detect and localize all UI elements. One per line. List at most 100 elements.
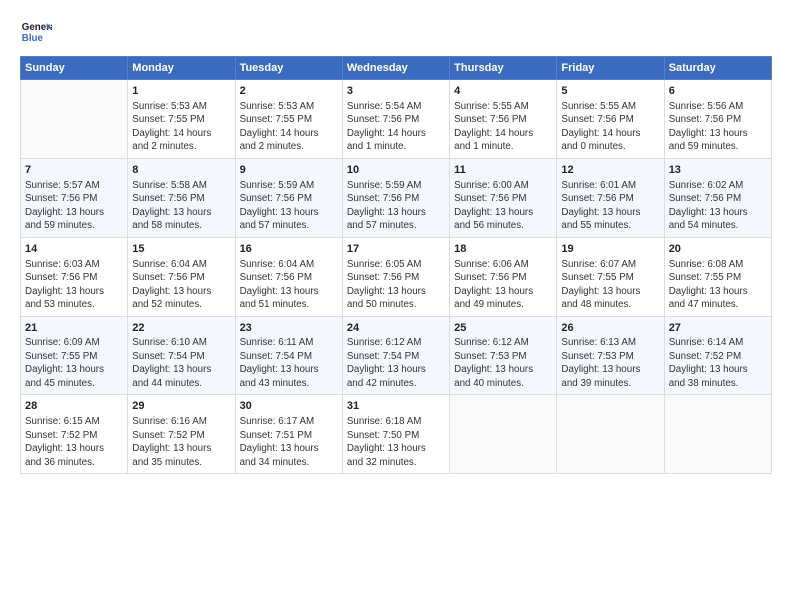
day-info: Sunrise: 6:16 AM Sunset: 7:52 PM Dayligh… [132,416,211,468]
calendar-cell: 18 Sunrise: 6:06 AM Sunset: 7:56 PM Dayli… [450,237,557,316]
weekday-header-thursday: Thursday [450,57,557,80]
day-number: 8 [132,163,230,178]
day-info: Sunrise: 6:12 AM Sunset: 7:53 PM Dayligh… [454,337,533,389]
day-number: 24 [347,321,445,336]
day-number: 20 [669,242,767,257]
week-row-1: 1Sunrise: 5:53 AM Sunset: 7:55 PM Daylig… [21,80,772,159]
weekday-header-saturday: Saturday [664,57,771,80]
calendar-cell: 8 Sunrise: 5:58 AM Sunset: 7:56 PM Daylig… [128,158,235,237]
day-info: Sunrise: 6:03 AM Sunset: 7:56 PM Dayligh… [25,259,104,311]
weekday-header-friday: Friday [557,57,664,80]
day-number: 5 [561,84,659,99]
header: General Blue [20,16,772,48]
calendar-cell [450,395,557,474]
day-number: 6 [669,84,767,99]
day-info: Sunrise: 6:18 AM Sunset: 7:50 PM Dayligh… [347,416,426,468]
day-number: 7 [25,163,123,178]
calendar-cell: 15 Sunrise: 6:04 AM Sunset: 7:56 PM Dayli… [128,237,235,316]
calendar-cell: 10 Sunrise: 5:59 AM Sunset: 7:56 PM Dayli… [342,158,449,237]
calendar-cell: 9 Sunrise: 5:59 AM Sunset: 7:56 PM Daylig… [235,158,342,237]
day-info: Sunrise: 6:07 AM Sunset: 7:55 PM Dayligh… [561,259,640,311]
calendar-cell: 29 Sunrise: 6:16 AM Sunset: 7:52 PM Dayli… [128,395,235,474]
day-info: Sunrise: 5:59 AM Sunset: 7:56 PM Dayligh… [347,180,426,232]
day-number: 11 [454,163,552,178]
day-info: Sunrise: 5:56 AM Sunset: 7:56 PM Dayligh… [669,101,748,153]
day-number: 25 [454,321,552,336]
day-number: 22 [132,321,230,336]
day-number: 12 [561,163,659,178]
day-info: Sunrise: 6:00 AM Sunset: 7:56 PM Dayligh… [454,180,533,232]
day-number: 14 [25,242,123,257]
calendar-cell [557,395,664,474]
calendar-cell: 13 Sunrise: 6:02 AM Sunset: 7:56 PM Dayli… [664,158,771,237]
day-info: Sunrise: 6:05 AM Sunset: 7:56 PM Dayligh… [347,259,426,311]
day-info: Sunrise: 6:08 AM Sunset: 7:55 PM Dayligh… [669,259,748,311]
day-info: Sunrise: 5:58 AM Sunset: 7:56 PM Dayligh… [132,180,211,232]
day-info: Sunrise: 6:10 AM Sunset: 7:54 PM Dayligh… [132,337,211,389]
day-info: Sunrise: 6:04 AM Sunset: 7:56 PM Dayligh… [132,259,211,311]
day-info: Sunrise: 5:55 AM Sunset: 7:56 PM Dayligh… [561,101,640,153]
calendar-table: SundayMondayTuesdayWednesdayThursdayFrid… [20,56,772,474]
day-number: 2 [240,84,338,99]
day-info: Sunrise: 6:06 AM Sunset: 7:56 PM Dayligh… [454,259,533,311]
calendar-cell [664,395,771,474]
weekday-header-tuesday: Tuesday [235,57,342,80]
week-row-4: 21Sunrise: 6:09 AM Sunset: 7:55 PM Dayli… [21,316,772,395]
day-number: 15 [132,242,230,257]
week-row-5: 28 Sunrise: 6:15 AM Sunset: 7:52 PM Dayli… [21,395,772,474]
day-info: Sunrise: 6:02 AM Sunset: 7:56 PM Dayligh… [669,180,748,232]
week-row-2: 7 Sunrise: 5:57 AM Sunset: 7:56 PM Daylig… [21,158,772,237]
day-info: Sunrise: 5:54 AM Sunset: 7:56 PM Dayligh… [347,101,426,153]
day-info: Sunrise: 6:13 AM Sunset: 7:53 PM Dayligh… [561,337,640,389]
calendar-cell: 19 Sunrise: 6:07 AM Sunset: 7:55 PM Dayli… [557,237,664,316]
calendar-cell: 21Sunrise: 6:09 AM Sunset: 7:55 PM Dayli… [21,316,128,395]
day-info: Sunrise: 5:59 AM Sunset: 7:56 PM Dayligh… [240,180,319,232]
calendar-cell: 7 Sunrise: 5:57 AM Sunset: 7:56 PM Daylig… [21,158,128,237]
week-row-3: 14 Sunrise: 6:03 AM Sunset: 7:56 PM Dayli… [21,237,772,316]
logo: General Blue [20,16,52,48]
day-number: 28 [25,399,123,414]
day-number: 10 [347,163,445,178]
calendar-cell: 30 Sunrise: 6:17 AM Sunset: 7:51 PM Dayli… [235,395,342,474]
calendar-cell: 6 Sunrise: 5:56 AM Sunset: 7:56 PM Daylig… [664,80,771,159]
day-number: 16 [240,242,338,257]
day-info: Sunrise: 6:11 AM Sunset: 7:54 PM Dayligh… [240,337,319,389]
calendar-cell: 24Sunrise: 6:12 AM Sunset: 7:54 PM Dayli… [342,316,449,395]
calendar-cell: 25Sunrise: 6:12 AM Sunset: 7:53 PM Dayli… [450,316,557,395]
weekday-header-wednesday: Wednesday [342,57,449,80]
day-number: 23 [240,321,338,336]
day-number: 13 [669,163,767,178]
day-number: 4 [454,84,552,99]
day-info: Sunrise: 6:17 AM Sunset: 7:51 PM Dayligh… [240,416,319,468]
day-info: Sunrise: 5:55 AM Sunset: 7:56 PM Dayligh… [454,101,533,153]
page: General Blue SundayMondayTuesdayWednesda… [0,0,792,612]
day-info: Sunrise: 5:57 AM Sunset: 7:56 PM Dayligh… [25,180,104,232]
day-number: 3 [347,84,445,99]
weekday-header-monday: Monday [128,57,235,80]
calendar-cell: 26Sunrise: 6:13 AM Sunset: 7:53 PM Dayli… [557,316,664,395]
day-number: 21 [25,321,123,336]
day-info: Sunrise: 6:04 AM Sunset: 7:56 PM Dayligh… [240,259,319,311]
calendar-cell: 14 Sunrise: 6:03 AM Sunset: 7:56 PM Dayli… [21,237,128,316]
day-info: Sunrise: 6:09 AM Sunset: 7:55 PM Dayligh… [25,337,104,389]
day-number: 19 [561,242,659,257]
calendar-cell: 22Sunrise: 6:10 AM Sunset: 7:54 PM Dayli… [128,316,235,395]
day-number: 18 [454,242,552,257]
day-number: 29 [132,399,230,414]
calendar-cell: 1Sunrise: 5:53 AM Sunset: 7:55 PM Daylig… [128,80,235,159]
day-number: 27 [669,321,767,336]
svg-text:Blue: Blue [22,33,44,44]
day-info: Sunrise: 6:01 AM Sunset: 7:56 PM Dayligh… [561,180,640,232]
day-number: 26 [561,321,659,336]
weekday-header-row: SundayMondayTuesdayWednesdayThursdayFrid… [21,57,772,80]
day-info: Sunrise: 5:53 AM Sunset: 7:55 PM Dayligh… [240,101,319,153]
day-info: Sunrise: 6:15 AM Sunset: 7:52 PM Dayligh… [25,416,104,468]
calendar-cell: 23Sunrise: 6:11 AM Sunset: 7:54 PM Dayli… [235,316,342,395]
calendar-cell: 31 Sunrise: 6:18 AM Sunset: 7:50 PM Dayli… [342,395,449,474]
day-number: 30 [240,399,338,414]
day-number: 9 [240,163,338,178]
calendar-cell: 3 Sunrise: 5:54 AM Sunset: 7:56 PM Daylig… [342,80,449,159]
calendar-cell: 12 Sunrise: 6:01 AM Sunset: 7:56 PM Dayli… [557,158,664,237]
calendar-cell: 4 Sunrise: 5:55 AM Sunset: 7:56 PM Daylig… [450,80,557,159]
day-number: 31 [347,399,445,414]
